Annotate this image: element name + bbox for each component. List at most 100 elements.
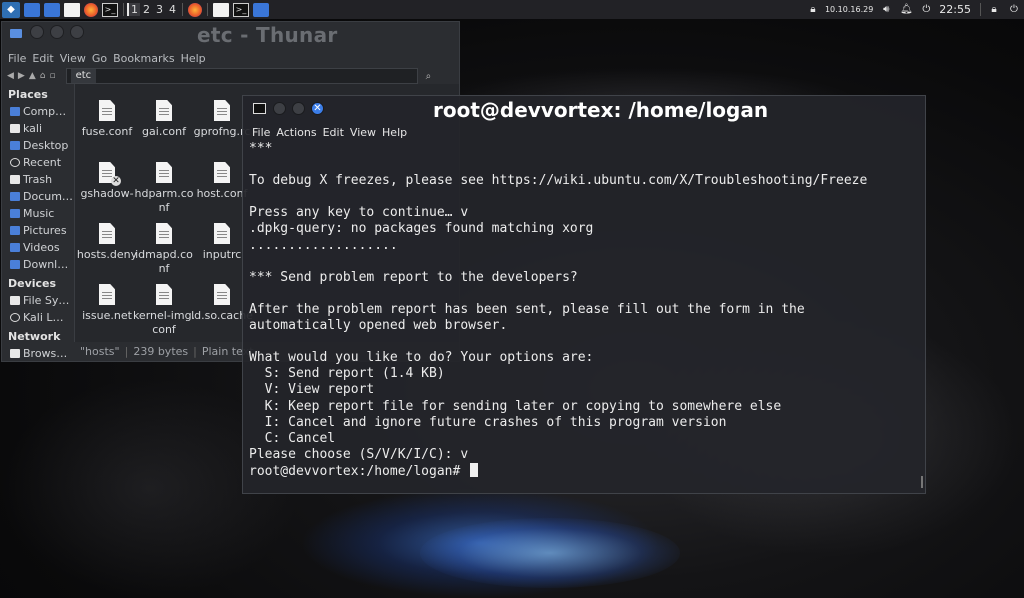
file-name: gai.conf xyxy=(142,125,186,138)
minimize-button[interactable] xyxy=(30,25,44,39)
file-item[interactable]: hosts.deny xyxy=(75,223,139,283)
file-item[interactable]: idmapd.conf xyxy=(132,223,196,283)
kali-menu-icon[interactable]: ◆ xyxy=(2,1,20,18)
logout-icon[interactable]: ⏻ xyxy=(1006,3,1022,17)
path-segment-etc[interactable]: etc xyxy=(70,69,97,83)
file-item[interactable]: fuse.conf xyxy=(75,100,139,160)
sidebar-item-trash[interactable]: Trash xyxy=(2,171,73,188)
sidebar-item-desktop[interactable]: Desktop xyxy=(2,137,73,154)
file-item[interactable]: ✕ gshadow- xyxy=(75,162,139,222)
up-icon[interactable]: ▲ xyxy=(29,71,36,81)
sidebar-item-videos[interactable]: Videos xyxy=(2,239,73,256)
disc-icon xyxy=(10,313,20,322)
forward-icon[interactable]: ▶ xyxy=(18,71,25,81)
menu-file[interactable]: File xyxy=(8,52,26,65)
terminal-line: To debug X freezes, please see https://w… xyxy=(249,173,868,189)
maximize-button[interactable] xyxy=(292,102,305,115)
devices-heading: Devices xyxy=(8,277,57,290)
close-button[interactable]: ✕ xyxy=(311,102,324,115)
notification-icon[interactable]: 🔔︎ xyxy=(898,3,914,17)
text-file-icon[interactable] xyxy=(64,2,80,17)
sidebar-label: Docum… xyxy=(23,190,73,203)
sidebar-item-music[interactable]: Music xyxy=(2,205,73,222)
window-task-icon[interactable] xyxy=(253,2,269,17)
menu-actions[interactable]: Actions xyxy=(276,126,316,139)
folder-icon xyxy=(10,29,22,38)
sidebar-label: File Sy… xyxy=(23,294,70,307)
menu-icon[interactable]: ▫ xyxy=(49,71,55,81)
terminal-task-icon[interactable]: >_ xyxy=(233,2,249,17)
maximize-button[interactable] xyxy=(50,25,64,39)
workspace-1[interactable]: 1 xyxy=(127,3,140,16)
clock[interactable]: 22:55 xyxy=(939,3,971,16)
sidebar-label: Pictures xyxy=(23,224,67,237)
minimize-button[interactable] xyxy=(273,102,286,115)
location-bar[interactable]: etc xyxy=(65,68,418,84)
file-item[interactable]: issue.net xyxy=(75,284,139,344)
firefox-icon[interactable] xyxy=(84,2,98,17)
text-cursor xyxy=(470,462,479,477)
sidebar-label: Kali L… xyxy=(23,311,64,324)
file-item[interactable]: hdparm.conf xyxy=(132,162,196,222)
terminal-line: S: Send report (1.4 KB) xyxy=(249,366,445,382)
text-file-icon xyxy=(156,100,172,121)
sidebar-item-kali[interactable]: kali xyxy=(2,120,73,137)
sidebar-label: Trash xyxy=(23,173,53,186)
lock-screen-icon[interactable]: 🔒︎ xyxy=(986,3,1002,17)
back-icon[interactable]: ◀ xyxy=(7,71,14,81)
sidebar-item-browse-network[interactable]: Brows… xyxy=(2,345,73,362)
menu-bookmarks[interactable]: Bookmarks xyxy=(113,52,174,65)
thunar-titlebar[interactable]: etc - Thunar xyxy=(2,22,459,50)
terminal-line: C: Cancel xyxy=(249,430,336,446)
text-file-icon xyxy=(99,284,115,305)
sidebar-item-documents[interactable]: Docum… xyxy=(2,188,73,205)
menu-file[interactable]: File xyxy=(252,126,270,139)
workspace-4[interactable]: 4 xyxy=(166,3,179,16)
terminal-line: After the problem report has been sent, … xyxy=(249,301,805,317)
scrollbar[interactable] xyxy=(921,476,923,488)
menu-help[interactable]: Help xyxy=(181,52,206,65)
sidebar-item-kali-live[interactable]: Kali L… xyxy=(2,309,73,326)
menu-edit[interactable]: Edit xyxy=(32,52,53,65)
prompt-line[interactable]: root@devvortex:/home/logan# xyxy=(249,462,917,480)
terminal-line: Please choose (S/V/K/I/C): v xyxy=(249,446,469,462)
workspace-3[interactable]: 3 xyxy=(153,3,166,16)
menu-view[interactable]: View xyxy=(60,52,86,65)
power-icon[interactable]: ⏻ xyxy=(918,3,934,17)
sidebar-item-recent[interactable]: Recent xyxy=(2,154,73,171)
home-folder-icon xyxy=(10,124,20,133)
panel-separator xyxy=(182,3,183,16)
blue-window-icon[interactable] xyxy=(24,2,40,17)
file-item[interactable]: gai.conf xyxy=(132,100,196,160)
terminal-output[interactable]: *** To debug X freezes, please see https… xyxy=(249,141,917,481)
terminal-line: What would you like to do? Your options … xyxy=(249,350,594,366)
file-manager-icon[interactable] xyxy=(44,2,60,17)
menu-view[interactable]: View xyxy=(350,126,376,139)
menu-help[interactable]: Help xyxy=(382,126,407,139)
volume-icon[interactable]: 🔊︎ xyxy=(878,3,894,17)
shell-prompt: root@devvortex:/home/logan# xyxy=(249,463,469,479)
terminal-line: automatically opened web browser. xyxy=(249,318,508,334)
sidebar-item-downloads[interactable]: Downl… xyxy=(2,256,73,273)
search-icon[interactable]: ⌕ xyxy=(426,71,432,82)
terminal-titlebar[interactable]: ✕ root@devvortex: /home/logan xyxy=(243,96,925,124)
terminal-line: .dpkg-query: no packages found matching … xyxy=(249,221,594,237)
network-icon xyxy=(10,349,20,358)
lock-icon[interactable]: 🔒︎ xyxy=(805,3,821,17)
home-icon[interactable]: ⌂ xyxy=(40,71,46,81)
terminal-line: Press any key to continue… v xyxy=(249,205,469,221)
file-item[interactable]: kernel-img.conf xyxy=(132,284,196,344)
close-button[interactable] xyxy=(70,25,84,39)
sidebar-item-filesystem[interactable]: File Sy… xyxy=(2,292,73,309)
workspace-2[interactable]: 2 xyxy=(140,3,153,16)
sidebar-item-pictures[interactable]: Pictures xyxy=(2,222,73,239)
terminal-window: ✕ root@devvortex: /home/logan File Actio… xyxy=(242,95,926,494)
menu-go[interactable]: Go xyxy=(92,52,107,65)
document-task-icon[interactable] xyxy=(213,2,229,17)
terminal-icon[interactable]: >_ xyxy=(102,2,118,17)
menu-edit[interactable]: Edit xyxy=(323,126,344,139)
sidebar-item-computer[interactable]: Comp… xyxy=(2,103,73,120)
firefox-task-icon[interactable] xyxy=(188,2,202,17)
drive-icon xyxy=(10,296,20,305)
